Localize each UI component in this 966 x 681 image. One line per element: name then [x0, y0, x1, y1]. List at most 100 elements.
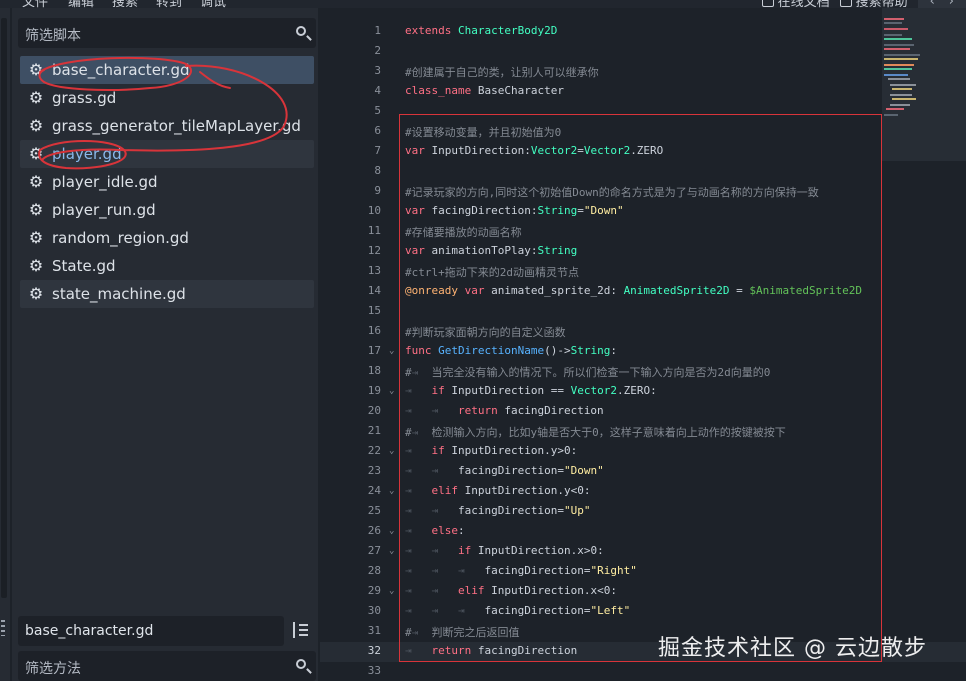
gear-icon: ⚙	[28, 60, 44, 79]
code-token: BaseCharacter	[477, 84, 564, 97]
code-line[interactable]: 4 class_name BaseCharacter	[320, 82, 966, 102]
script-file-item[interactable]: ⚙ grass.gd	[20, 84, 314, 112]
sort-icon-arrow	[293, 622, 295, 638]
line-number: 23	[367, 464, 381, 477]
script-file-item[interactable]: ⚙ random_region.gd	[20, 224, 314, 252]
history-nav: ‹ ›	[917, 0, 966, 8]
line-number: 13	[367, 264, 381, 277]
script-file-name: grass_generator_tileMapLayer.gd	[52, 117, 301, 135]
menu-goto[interactable]: 转到	[156, 0, 182, 8]
menu-search[interactable]: 搜索	[112, 0, 138, 8]
online-docs-button[interactable]: 在线文档	[761, 0, 830, 8]
line-number: 4	[374, 84, 381, 97]
script-file-item[interactable]: ⚙ base_character.gd	[20, 56, 314, 84]
gear-icon: ⚙	[28, 172, 44, 191]
search-help-button[interactable]: 搜索帮助	[839, 0, 908, 8]
minimap-line	[888, 78, 910, 80]
minimap-line	[884, 114, 898, 116]
script-file-name: base_character.gd	[52, 61, 190, 79]
gear-icon: ⚙	[28, 88, 44, 107]
code-token: extends	[405, 24, 458, 37]
minimap-line	[884, 18, 904, 20]
minimap-line	[884, 38, 912, 40]
line-number: 28	[367, 564, 381, 577]
script-file-item[interactable]: ⚙ grass_generator_tileMapLayer.gd	[20, 112, 314, 140]
sort-icon[interactable]	[290, 620, 312, 642]
menu-edit[interactable]: 编辑	[68, 0, 94, 8]
fold-chevron-icon[interactable]: ⌄	[389, 386, 394, 396]
minimap-line	[884, 34, 902, 36]
code-text: #创建属于自己的类，让别人可以继承你	[405, 64, 599, 80]
minimap-line	[890, 94, 912, 96]
minimap-line	[884, 74, 908, 76]
script-file-item[interactable]: ⚙ state_machine.gd	[20, 280, 314, 308]
sort-icon-lines	[299, 624, 308, 626]
gear-icon: ⚙	[28, 284, 44, 303]
line-number: 10	[367, 204, 381, 217]
line-number: 17	[367, 344, 381, 357]
code-token: #创建属于自己的类，让别人可以继承你	[405, 66, 599, 79]
code-text: extends CharacterBody2D	[405, 24, 557, 37]
forward-arrow-icon[interactable]: ›	[949, 0, 954, 8]
search-icon[interactable]	[296, 659, 306, 669]
line-number: 26	[367, 524, 381, 537]
external-link-icon	[761, 0, 774, 7]
line-number: 3	[374, 64, 381, 77]
minimap-line	[884, 28, 908, 30]
line-number: 22	[367, 444, 381, 457]
code-line[interactable]: 3 #创建属于自己的类，让别人可以继承你	[320, 62, 966, 82]
fold-chevron-icon[interactable]: ⌄	[389, 526, 394, 536]
minimap-line	[884, 48, 910, 50]
code-editor[interactable]: 1 extends CharacterBody2D 2 3 #创建属于自己的类，让别人可…	[320, 8, 966, 681]
code-line[interactable]: 33	[320, 662, 966, 681]
code-token: class_name	[405, 84, 478, 97]
gear-icon: ⚙	[28, 144, 44, 163]
script-file-item[interactable]: ⚙ State.gd	[20, 252, 314, 280]
line-number: 31	[367, 624, 381, 637]
filter-scripts-placeholder: 筛选脚本	[25, 28, 81, 44]
script-file-name: player_idle.gd	[52, 173, 158, 191]
script-file-name: player_run.gd	[52, 201, 156, 219]
code-text: class_name BaseCharacter	[405, 84, 564, 97]
fold-chevron-icon[interactable]: ⌄	[389, 486, 394, 496]
filter-methods-placeholder: 筛选方法	[25, 661, 81, 677]
watermark: 掘金技术社区 @ 云边散步	[658, 636, 927, 661]
fold-chevron-icon[interactable]: ⌄	[389, 446, 394, 456]
line-number: 16	[367, 324, 381, 337]
filter-scripts-input[interactable]: 筛选脚本	[18, 18, 316, 48]
line-number: 27	[367, 544, 381, 557]
menu-debug[interactable]: 调试	[200, 0, 226, 8]
line-number: 19	[367, 384, 381, 397]
fold-chevron-icon[interactable]: ⌄	[389, 546, 394, 556]
script-file-item[interactable]: ⚙ player_idle.gd	[20, 168, 314, 196]
code-line[interactable]: 1 extends CharacterBody2D	[320, 22, 966, 42]
minimap-line	[884, 44, 914, 46]
menu-file[interactable]: 文件	[22, 0, 48, 8]
drag-handle-icon[interactable]	[1, 620, 5, 636]
minimap-line	[884, 64, 914, 66]
left-dock-strip	[0, 8, 10, 681]
script-file-item[interactable]: ⚙ player.gd	[20, 140, 314, 168]
search-icon[interactable]	[296, 26, 306, 36]
minimap-line	[884, 54, 920, 56]
line-number: 5	[374, 104, 381, 117]
filter-methods-input[interactable]: 筛选方法	[18, 651, 316, 681]
script-file-name: grass.gd	[52, 89, 117, 107]
search-help-label: 搜索帮助	[855, 0, 908, 8]
fold-chevron-icon[interactable]: ⌄	[389, 346, 394, 356]
gear-icon: ⚙	[28, 200, 44, 219]
current-script-field[interactable]: base_character.gd	[18, 616, 284, 646]
dock-scrollbar[interactable]	[1, 18, 7, 598]
line-number: 15	[367, 304, 381, 317]
fold-chevron-icon[interactable]: ⌄	[389, 586, 394, 596]
gear-icon: ⚙	[28, 116, 44, 135]
line-number: 33	[367, 664, 381, 677]
minimap-line	[890, 104, 910, 106]
gear-icon: ⚙	[28, 228, 44, 247]
back-arrow-icon[interactable]: ‹	[930, 0, 935, 8]
script-file-item[interactable]: ⚙ player_run.gd	[20, 196, 314, 224]
line-number: 7	[374, 144, 381, 157]
code-minimap[interactable]	[882, 8, 966, 161]
minimap-line	[884, 58, 918, 60]
code-line[interactable]: 2	[320, 42, 966, 62]
